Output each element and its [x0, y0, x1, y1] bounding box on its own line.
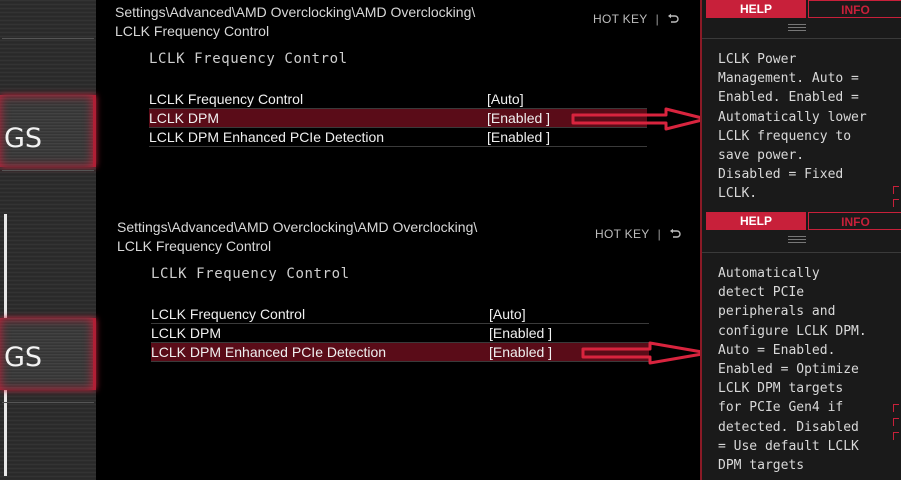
setting-label: LCLK DPM Enhanced PCIe Detection: [149, 129, 385, 145]
annotation-arrow-icon: [571, 107, 708, 131]
divider: [702, 38, 901, 39]
divider: [2, 38, 94, 39]
setting-value[interactable]: [Enabled ]: [489, 324, 552, 343]
breadcrumb: Settings\Advanced\AMD Overclocking\AMD O…: [115, 4, 476, 39]
setting-label: LCLK Frequency Control: [151, 306, 306, 322]
bios-screen-1: GS Settings\Advanced\AMD Overclocking\AM…: [0, 0, 901, 212]
breadcrumb: Settings\Advanced\AMD Overclocking\AMD O…: [117, 219, 478, 254]
setting-row-lclk-dpm[interactable]: LCLK DPM [Enabled ]: [151, 324, 649, 343]
tab-help[interactable]: HELP: [706, 212, 806, 230]
side-menu: GS: [0, 212, 96, 480]
tab-info[interactable]: INFO: [808, 212, 901, 230]
setting-label: LCLK Frequency Control: [149, 91, 304, 107]
grip-icon[interactable]: [788, 24, 806, 32]
back-arrow-icon[interactable]: [669, 228, 681, 240]
side-menu: GS: [0, 0, 96, 212]
scroll-indicator-icon[interactable]: [893, 199, 899, 207]
setting-row-lclk-frequency-control[interactable]: LCLK Frequency Control [Auto]: [151, 305, 649, 324]
hotkey-bar[interactable]: HOT KEY |: [593, 12, 679, 26]
hotkey-bar[interactable]: HOT KEY |: [595, 227, 681, 241]
hotkey-separator: |: [655, 12, 659, 26]
setting-value[interactable]: [Auto]: [487, 90, 524, 109]
side-menu-settings-tab[interactable]: GS: [0, 318, 96, 390]
bios-screen-2: GS Settings\Advanced\AMD Overclocking\AM…: [0, 212, 901, 480]
hotkey-label[interactable]: HOT KEY: [595, 227, 650, 241]
scroll-indicator-icon[interactable]: [893, 186, 899, 194]
hotkey-separator: |: [657, 227, 661, 241]
setting-value[interactable]: [Enabled ]: [487, 109, 550, 128]
scroll-indicator-icon[interactable]: [893, 432, 899, 440]
scroll-indicator-icon[interactable]: [893, 418, 899, 426]
side-menu-label: GS: [4, 123, 43, 154]
setting-label: LCLK DPM Enhanced PCIe Detection: [151, 344, 387, 360]
setting-label: LCLK DPM: [149, 110, 220, 126]
tab-help[interactable]: HELP: [706, 0, 806, 18]
setting-value[interactable]: [Enabled ]: [487, 128, 550, 147]
help-tabs: HELP INFO: [702, 0, 901, 20]
help-text: Automatically detect PCIe peripherals an…: [718, 266, 867, 474]
setting-label: LCLK DPM: [151, 325, 222, 341]
side-menu-settings-tab[interactable]: GS: [0, 95, 96, 167]
tab-info[interactable]: INFO: [808, 0, 901, 18]
scroll-indicator-icon[interactable]: [893, 404, 899, 412]
side-menu-label: GS: [4, 342, 43, 373]
divider: [2, 170, 94, 171]
grip-icon[interactable]: [788, 236, 806, 244]
help-panel: HELP INFO Automatically detect PCIe peri…: [700, 212, 901, 480]
help-tabs: HELP INFO: [702, 212, 901, 232]
back-arrow-icon[interactable]: [667, 13, 679, 25]
setting-row-lclk-dpm-enhanced-pcie-detection[interactable]: LCLK DPM Enhanced PCIe Detection [Enable…: [151, 343, 649, 362]
divider: [2, 402, 94, 403]
section-title: LCLK Frequency Control: [149, 51, 348, 67]
section-title: LCLK Frequency Control: [151, 266, 350, 282]
annotation-arrow-icon: [581, 341, 710, 365]
help-panel: HELP INFO LCLK Power Management. Auto = …: [700, 0, 901, 212]
help-text: LCLK Power Management. Auto = Enabled. E…: [718, 52, 867, 202]
hotkey-label[interactable]: HOT KEY: [593, 12, 648, 26]
setting-value[interactable]: [Enabled ]: [489, 343, 552, 362]
setting-value[interactable]: [Auto]: [489, 305, 526, 324]
divider: [702, 252, 901, 253]
